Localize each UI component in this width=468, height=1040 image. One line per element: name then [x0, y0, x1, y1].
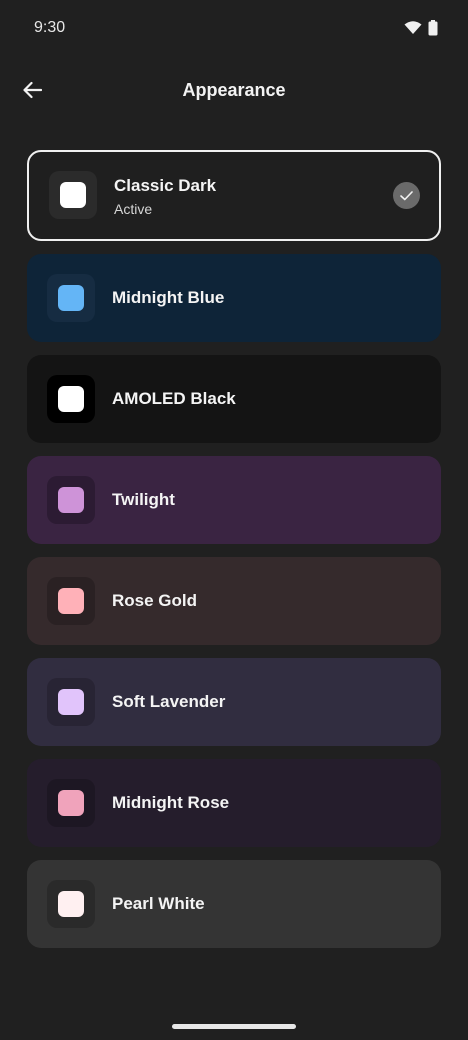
- color-swatch: [58, 487, 84, 513]
- swatch-container: [47, 577, 95, 625]
- swatch-container: [47, 274, 95, 322]
- swatch-container: [47, 375, 95, 423]
- theme-name: Classic Dark: [114, 176, 217, 195]
- theme-card-rose-gold[interactable]: Rose Gold: [27, 557, 441, 645]
- color-swatch: [60, 182, 86, 208]
- theme-card-pearl-white[interactable]: Pearl White: [27, 860, 441, 948]
- status-bar: 9:30: [0, 0, 468, 58]
- color-swatch: [58, 285, 84, 311]
- swatch-container: [47, 476, 95, 524]
- home-indicator[interactable]: [172, 1024, 296, 1029]
- battery-icon: [428, 20, 438, 36]
- color-swatch: [58, 386, 84, 412]
- app-bar: Appearance: [0, 60, 468, 122]
- wifi-icon: [404, 21, 422, 34]
- color-swatch: [58, 689, 84, 715]
- theme-name: AMOLED Black: [112, 389, 236, 408]
- theme-card-midnight-blue[interactable]: Midnight Blue: [27, 254, 441, 342]
- status-icons: [404, 20, 438, 36]
- theme-list: Classic Dark Active Midnight Blue AMOLED…: [27, 150, 441, 961]
- theme-name: Twilight: [112, 490, 175, 509]
- active-label: Active: [114, 201, 153, 217]
- theme-card-midnight-rose[interactable]: Midnight Rose: [27, 759, 441, 847]
- color-swatch: [58, 891, 84, 917]
- theme-name: Pearl White: [112, 894, 205, 913]
- theme-name: Rose Gold: [112, 591, 198, 610]
- theme-card-amoled-black[interactable]: AMOLED Black: [27, 355, 441, 443]
- theme-card-soft-lavender[interactable]: Soft Lavender: [27, 658, 441, 746]
- theme-name: Midnight Rose: [112, 793, 230, 812]
- theme-card-classic-dark[interactable]: Classic Dark Active: [27, 150, 441, 241]
- page-title: Appearance: [182, 80, 286, 100]
- swatch-container: [49, 171, 97, 219]
- status-time: 9:30: [34, 19, 66, 36]
- color-swatch: [58, 790, 84, 816]
- swatch-container: [47, 678, 95, 726]
- color-swatch: [58, 588, 84, 614]
- check-badge: [393, 182, 420, 209]
- theme-card-twilight[interactable]: Twilight: [27, 456, 441, 544]
- check-icon: [400, 190, 413, 200]
- swatch-container: [47, 880, 95, 928]
- swatch-container: [47, 779, 95, 827]
- theme-name: Soft Lavender: [112, 692, 226, 711]
- theme-name: Midnight Blue: [112, 288, 225, 307]
